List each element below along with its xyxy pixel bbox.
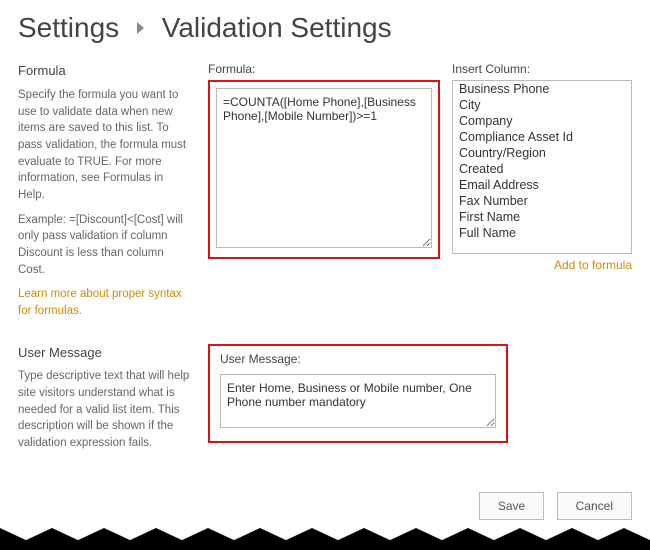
usermsg-label: User Message: bbox=[220, 352, 496, 366]
list-item[interactable]: Business Phone bbox=[453, 81, 631, 97]
list-item[interactable]: Email Address bbox=[453, 177, 631, 193]
insert-column-label: Insert Column: bbox=[452, 62, 632, 76]
formula-highlight-box bbox=[208, 80, 440, 259]
formula-label: Formula: bbox=[208, 62, 440, 76]
save-button[interactable]: Save bbox=[479, 492, 544, 520]
list-item[interactable]: Fax Number bbox=[453, 193, 631, 209]
cancel-button[interactable]: Cancel bbox=[557, 492, 632, 520]
list-item[interactable]: Compliance Asset Id bbox=[453, 129, 631, 145]
insert-column-list[interactable]: Business Phone City Company Compliance A… bbox=[452, 80, 632, 254]
usermsg-desc: Type descriptive text that will help sit… bbox=[18, 368, 192, 451]
usermsg-highlight-box: User Message: bbox=[208, 344, 508, 443]
usermsg-heading: User Message bbox=[18, 344, 192, 363]
formula-desc-2: Example: =[Discount]<[Cost] will only pa… bbox=[18, 212, 192, 279]
formula-section: Formula Specify the formula you want to … bbox=[18, 62, 632, 320]
list-item[interactable]: Full Name bbox=[453, 225, 631, 241]
breadcrumb-page: Validation Settings bbox=[162, 12, 392, 43]
list-item[interactable]: Company bbox=[453, 113, 631, 129]
page-title: Settings Validation Settings bbox=[18, 12, 632, 44]
formula-input[interactable] bbox=[216, 88, 432, 248]
list-item[interactable]: Created bbox=[453, 161, 631, 177]
chevron-right-icon bbox=[137, 22, 144, 34]
add-to-formula-link[interactable]: Add to formula bbox=[554, 258, 632, 272]
formula-syntax-link[interactable]: Learn more about proper syntax for formu… bbox=[18, 288, 182, 317]
user-message-input[interactable] bbox=[220, 374, 496, 428]
list-item[interactable]: City bbox=[453, 97, 631, 113]
button-row: Save Cancel bbox=[471, 492, 632, 520]
list-item[interactable]: First Name bbox=[453, 209, 631, 225]
breadcrumb-root[interactable]: Settings bbox=[18, 12, 119, 43]
user-message-section: User Message Type descriptive text that … bbox=[18, 344, 632, 460]
formula-desc-1: Specify the formula you want to use to v… bbox=[18, 87, 192, 204]
torn-edge-decoration bbox=[0, 528, 650, 550]
formula-heading: Formula bbox=[18, 62, 192, 81]
list-item[interactable]: Country/Region bbox=[453, 145, 631, 161]
